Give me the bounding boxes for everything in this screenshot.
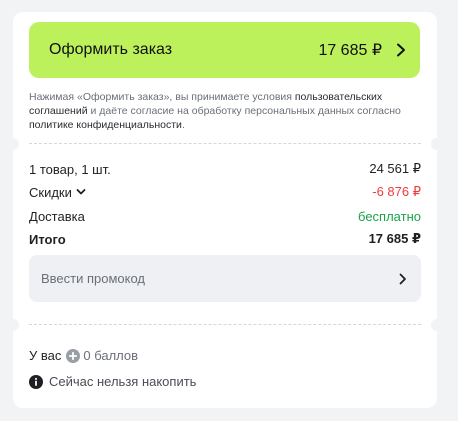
accrual-notice: Сейчас нельзя накопить	[29, 374, 196, 389]
order-summary-card: Оформить заказ 17 685 ₽ Нажимая «Оформит…	[7, 12, 443, 408]
items-label: 1 товар, 1 шт.	[29, 161, 111, 177]
card-notch-right-top	[431, 138, 443, 150]
legal-prefix: Нажимая «Оформить заказ», вы принимаете …	[29, 91, 295, 103]
chevron-right-icon	[396, 43, 408, 57]
legal-middle: и даёте согласие на обработку персональн…	[87, 105, 401, 117]
privacy-link[interactable]: политике конфиденциальности	[29, 119, 182, 131]
summary-items-row: 1 товар, 1 шт. 24 561 ₽	[29, 160, 421, 178]
total-value: 17 685 ₽	[368, 231, 421, 246]
divider-bottom	[29, 324, 421, 325]
card-notch-right-bottom	[431, 319, 443, 331]
delivery-value: бесплатно	[358, 208, 421, 224]
discounts-toggle[interactable]: Скидки	[29, 185, 86, 200]
promo-code-button[interactable]: Ввести промокод	[29, 255, 421, 302]
checkout-button[interactable]: Оформить заказ 17 685 ₽	[29, 22, 420, 78]
chevron-down-icon	[76, 188, 86, 196]
plus-circle-icon	[66, 348, 81, 363]
points-value: 0 баллов	[83, 348, 139, 363]
discounts-value: -6 876 ₽	[372, 184, 421, 199]
delivery-label: Доставка	[29, 208, 85, 224]
loyalty-points: У вас 0 баллов	[29, 348, 138, 363]
summary-discounts-row: Скидки -6 876 ₽	[29, 183, 421, 201]
card-notch-left-top	[7, 138, 19, 150]
discounts-label: Скидки	[29, 184, 72, 200]
total-label: Итого	[29, 231, 66, 247]
card-notch-left-bottom	[7, 319, 19, 331]
points-have-label: У вас	[29, 348, 62, 363]
promo-placeholder: Ввести промокод	[41, 271, 146, 286]
chevron-right-icon	[399, 273, 407, 285]
legal-notice: Нажимая «Оформить заказ», вы принимаете …	[29, 90, 424, 132]
items-value: 24 561 ₽	[369, 161, 421, 176]
accrual-text: Сейчас нельзя накопить	[49, 374, 197, 389]
summary-delivery-row: Доставка бесплатно	[29, 207, 421, 225]
legal-suffix: .	[181, 119, 185, 131]
checkout-label: Оформить заказ	[49, 41, 173, 58]
checkout-total: 17 685 ₽	[318, 42, 382, 59]
info-icon	[29, 374, 43, 389]
summary-total-row: Итого 17 685 ₽	[29, 230, 421, 248]
divider-top	[29, 143, 421, 144]
